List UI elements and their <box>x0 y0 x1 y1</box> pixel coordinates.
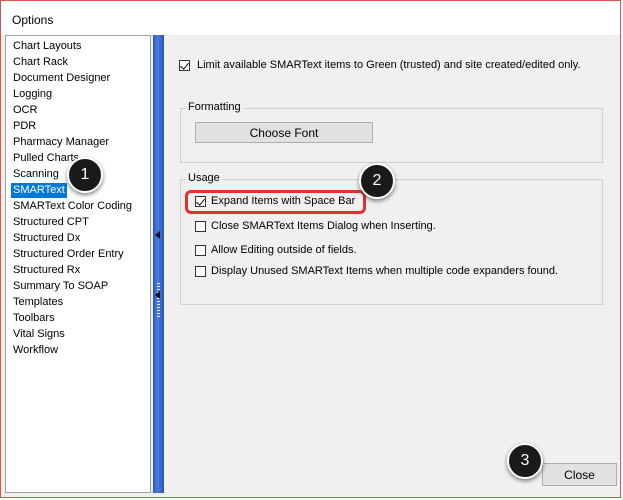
sidebar-item-scanning[interactable]: Scanning <box>11 167 61 182</box>
sidebar-item-structured-rx[interactable]: Structured Rx <box>11 263 82 278</box>
close-dialog-label[interactable]: Close SMARText Items Dialog when Inserti… <box>211 220 436 232</box>
close-dialog-checkbox[interactable] <box>195 221 206 232</box>
sidebar-item-toolbars[interactable]: Toolbars <box>11 311 57 326</box>
splitter-grip-icon[interactable] <box>157 283 160 319</box>
sidebar-item-chart-rack[interactable]: Chart Rack <box>11 55 70 70</box>
sidebar-item-structured-cpt[interactable]: Structured CPT <box>11 215 91 230</box>
formatting-legend: Formatting <box>186 101 243 113</box>
sidebar-item-templates[interactable]: Templates <box>11 295 65 310</box>
sidebar-item-structured-dx[interactable]: Structured Dx <box>11 231 82 246</box>
sidebar-item-structured-order-entry[interactable]: Structured Order Entry <box>11 247 126 262</box>
sidebar-item-vital-signs[interactable]: Vital Signs <box>11 327 67 342</box>
title-bar[interactable]: Options <box>1 1 620 35</box>
allow-editing-label[interactable]: Allow Editing outside of fields. <box>211 244 357 256</box>
limit-items-label[interactable]: Limit available SMARText items to Green … <box>197 59 581 71</box>
display-unused-checkbox[interactable] <box>195 266 206 277</box>
limit-items-checkbox[interactable] <box>179 60 190 71</box>
panel-splitter[interactable] <box>153 35 164 493</box>
window-title: Options <box>12 13 54 27</box>
sidebar-item-smartext[interactable]: SMARText <box>11 183 67 198</box>
sidebar-item-smartext-color-coding[interactable]: SMARText Color Coding <box>11 199 134 214</box>
step-2-badge: 2 <box>359 163 395 199</box>
close-button[interactable]: Close <box>542 463 617 486</box>
sidebar-item-logging[interactable]: Logging <box>11 87 54 102</box>
category-list[interactable]: Chart Layouts Chart Rack Document Design… <box>5 35 151 493</box>
collapse-arrow-icon[interactable] <box>155 231 160 239</box>
sidebar-item-pharmacy-manager[interactable]: Pharmacy Manager <box>11 135 111 150</box>
display-unused-label[interactable]: Display Unused SMARText Items when multi… <box>211 265 558 277</box>
sidebar-item-document-designer[interactable]: Document Designer <box>11 71 112 86</box>
sidebar-item-pdr[interactable]: PDR <box>11 119 38 134</box>
sidebar-item-summary-to-soap[interactable]: Summary To SOAP <box>11 279 110 294</box>
collapse-arrow-lower-icon[interactable] <box>155 291 160 299</box>
sidebar-item-ocr[interactable]: OCR <box>11 103 39 118</box>
sidebar-item-workflow[interactable]: Workflow <box>11 343 60 358</box>
allow-editing-checkbox[interactable] <box>195 245 206 256</box>
step-3-badge: 3 <box>507 443 543 479</box>
choose-font-button[interactable]: Choose Font <box>195 122 373 143</box>
options-window: Options Chart Layouts Chart Rack Documen… <box>0 0 621 498</box>
step-2-highlight <box>185 190 366 214</box>
usage-legend: Usage <box>186 172 222 184</box>
sidebar-item-chart-layouts[interactable]: Chart Layouts <box>11 39 83 54</box>
step-1-badge: 1 <box>67 157 103 193</box>
